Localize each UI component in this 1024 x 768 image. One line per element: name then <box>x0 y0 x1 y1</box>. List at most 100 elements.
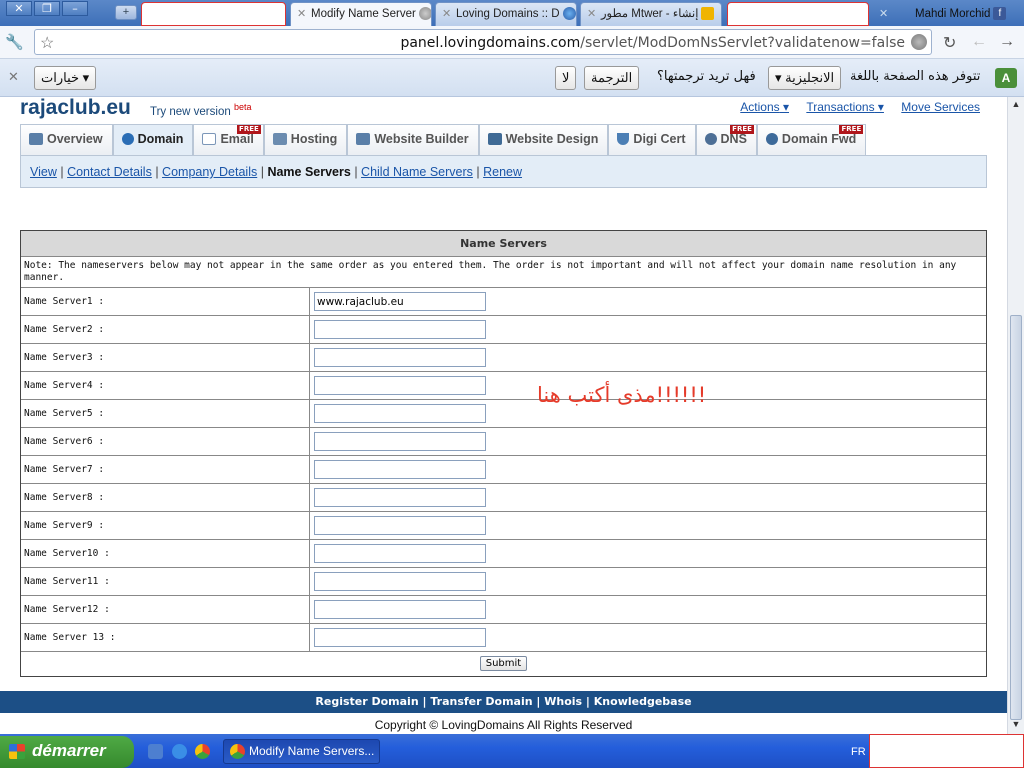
tab-label: DNS <box>720 132 747 146</box>
scroll-thumb[interactable] <box>1010 315 1022 720</box>
name-server-5-input[interactable] <box>314 404 486 423</box>
name-server-11-input[interactable] <box>314 572 486 591</box>
browser-tab-mtwer[interactable]: ✕ مطور Mtwer - إنشاء <box>580 2 722 26</box>
name-server-6-input[interactable] <box>314 432 486 451</box>
subnav-company-details[interactable]: Company Details <box>162 165 257 179</box>
submit-row: Submit <box>21 652 986 676</box>
show-desktop-icon[interactable] <box>148 744 163 759</box>
forum-favicon-icon <box>701 7 715 21</box>
name-server-9-input[interactable] <box>314 516 486 535</box>
tab-email[interactable]: FREE Email <box>193 124 264 156</box>
scroll-up-icon[interactable]: ▲ <box>1010 99 1022 111</box>
language-indicator[interactable]: FR <box>851 746 866 758</box>
close-tab-icon[interactable]: ✕ <box>879 3 889 25</box>
tab-domain-fwd[interactable]: FREE Domain Fwd <box>756 124 867 156</box>
name-server-label: Name Server10 : <box>21 540 310 567</box>
service-tabs: Overview Domain FREE Email Hosting Websit… <box>20 124 867 156</box>
tab-dns[interactable]: FREE DNS <box>695 124 757 156</box>
translate-button[interactable]: الترجمة <box>584 66 640 90</box>
tab-domain[interactable]: Domain <box>112 124 194 156</box>
actions-menu[interactable]: Actions ▾ <box>740 100 789 114</box>
close-icon[interactable]: ✕ <box>8 69 19 85</box>
name-server-label: Name Server 13 : <box>21 624 310 651</box>
footer-register-domain[interactable]: Register Domain <box>315 695 418 708</box>
beta-badge: beta <box>233 102 252 112</box>
reload-icon[interactable]: ↻ <box>943 33 956 53</box>
start-button[interactable]: démarrer <box>0 736 134 768</box>
name-server-10-input[interactable] <box>314 544 486 563</box>
star-icon[interactable]: ☆ <box>40 33 54 53</box>
shield-icon <box>617 133 630 145</box>
no-button[interactable]: لا <box>555 66 577 90</box>
tab-label: Domain <box>137 132 184 146</box>
name-server-8-input[interactable] <box>314 488 486 507</box>
chrome-icon[interactable] <box>195 744 210 759</box>
browser-tab-redacted[interactable] <box>727 2 869 26</box>
tab-overview[interactable]: Overview <box>20 124 113 156</box>
tab-digi-cert[interactable]: Digi Cert <box>608 124 696 156</box>
browser-toolbar: 🔧 ☆ panel.lovingdomains.com/servlet/ModD… <box>0 26 1024 59</box>
name-server-1-input[interactable] <box>314 292 486 311</box>
minimize-window-button[interactable]: – <box>62 1 88 16</box>
try-new-version-link[interactable]: Try new version beta <box>150 102 251 118</box>
handwritten-annotation: !!!!!!مذى أكتب هنا <box>537 383 707 407</box>
url-host: panel.lovingdomains.com <box>400 35 581 51</box>
tab-website-design[interactable]: Website Design <box>478 124 609 156</box>
restore-window-button[interactable]: ❐ <box>34 1 60 16</box>
back-icon[interactable]: ← <box>971 33 987 51</box>
url-text[interactable]: panel.lovingdomains.com/servlet/ModDomNs… <box>400 35 905 51</box>
footer-whois[interactable]: Whois <box>544 695 582 708</box>
options-label: خيارات <box>41 70 80 85</box>
tab-website-builder[interactable]: Website Builder <box>347 124 479 156</box>
name-server-row: Name Server1 : <box>21 288 986 316</box>
free-badge: FREE <box>237 125 261 134</box>
name-server-7-input[interactable] <box>314 460 486 479</box>
scroll-down-icon[interactable]: ▼ <box>1010 719 1022 731</box>
subnav-contact-details[interactable]: Contact Details <box>67 165 152 179</box>
name-server-row: Name Server4 : <box>21 372 986 400</box>
forward-icon[interactable]: → <box>999 33 1015 51</box>
taskbar-window-label: Modify Name Servers... <box>249 744 375 758</box>
name-server-2-input[interactable] <box>314 320 486 339</box>
wrench-icon[interactable]: 🔧 <box>5 33 24 51</box>
close-window-button[interactable]: ✕ <box>6 1 32 16</box>
internet-explorer-icon[interactable] <box>172 744 187 759</box>
footer-knowledgebase[interactable]: Knowledgebase <box>594 695 692 708</box>
tab-hosting[interactable]: Hosting <box>263 124 348 156</box>
name-server-4-input[interactable] <box>314 376 486 395</box>
window-controls: ✕ ❐ – <box>6 1 90 16</box>
translate-infobar: ✕ خيارات ▾ لا الترجمة فهل تريد ترجمتها؟ … <box>0 59 1024 97</box>
close-tab-icon[interactable]: ✕ <box>442 3 452 25</box>
name-server-label: Name Server11 : <box>21 568 310 595</box>
browser-tab-modify-name-servers[interactable]: ✕ Modify Name Server <box>290 2 432 26</box>
tab-title: Loving Domains :: D <box>456 8 560 20</box>
close-tab-icon[interactable]: ✕ <box>297 3 307 25</box>
submit-button[interactable]: Submit <box>479 656 528 671</box>
new-tab-button[interactable]: + <box>115 5 137 20</box>
browser-tab-facebook[interactable]: ✕ Mahdi Morchid f <box>872 2 1012 26</box>
transactions-menu[interactable]: Transactions ▾ <box>806 100 884 114</box>
browser-tab-loving-domains[interactable]: ✕ Loving Domains :: D <box>435 2 577 26</box>
browser-tab-redacted[interactable] <box>141 2 286 26</box>
name-server-12-input[interactable] <box>314 600 486 619</box>
subnav-child-name-servers[interactable]: Child Name Servers <box>361 165 473 179</box>
footer-transfer-domain[interactable]: Transfer Domain <box>430 695 532 708</box>
move-services-link[interactable]: Move Services <box>901 100 980 114</box>
language-dropdown[interactable]: ▾ الانجليزية <box>768 66 842 90</box>
taskbar-window-button[interactable]: Modify Name Servers... <box>223 739 380 764</box>
close-tab-icon[interactable]: ✕ <box>587 3 597 25</box>
name-server-label: Name Server8 : <box>21 484 310 511</box>
overview-icon <box>29 133 43 145</box>
name-server-13-input[interactable] <box>314 628 486 647</box>
name-server-label: Name Server5 : <box>21 400 310 427</box>
subnav-view[interactable]: View <box>30 165 57 179</box>
site-logo[interactable]: rajaclub.eu <box>20 97 131 120</box>
page-scrollbar[interactable]: ▲ ▼ <box>1007 97 1024 734</box>
name-server-label: Name Server4 : <box>21 372 310 399</box>
site-favicon-icon <box>562 7 576 21</box>
language-label: الانجليزية <box>785 70 835 85</box>
name-server-3-input[interactable] <box>314 348 486 367</box>
address-bar[interactable]: ☆ panel.lovingdomains.com/servlet/ModDom… <box>34 29 932 55</box>
options-dropdown[interactable]: خيارات ▾ <box>34 66 97 90</box>
subnav-renew[interactable]: Renew <box>483 165 522 179</box>
